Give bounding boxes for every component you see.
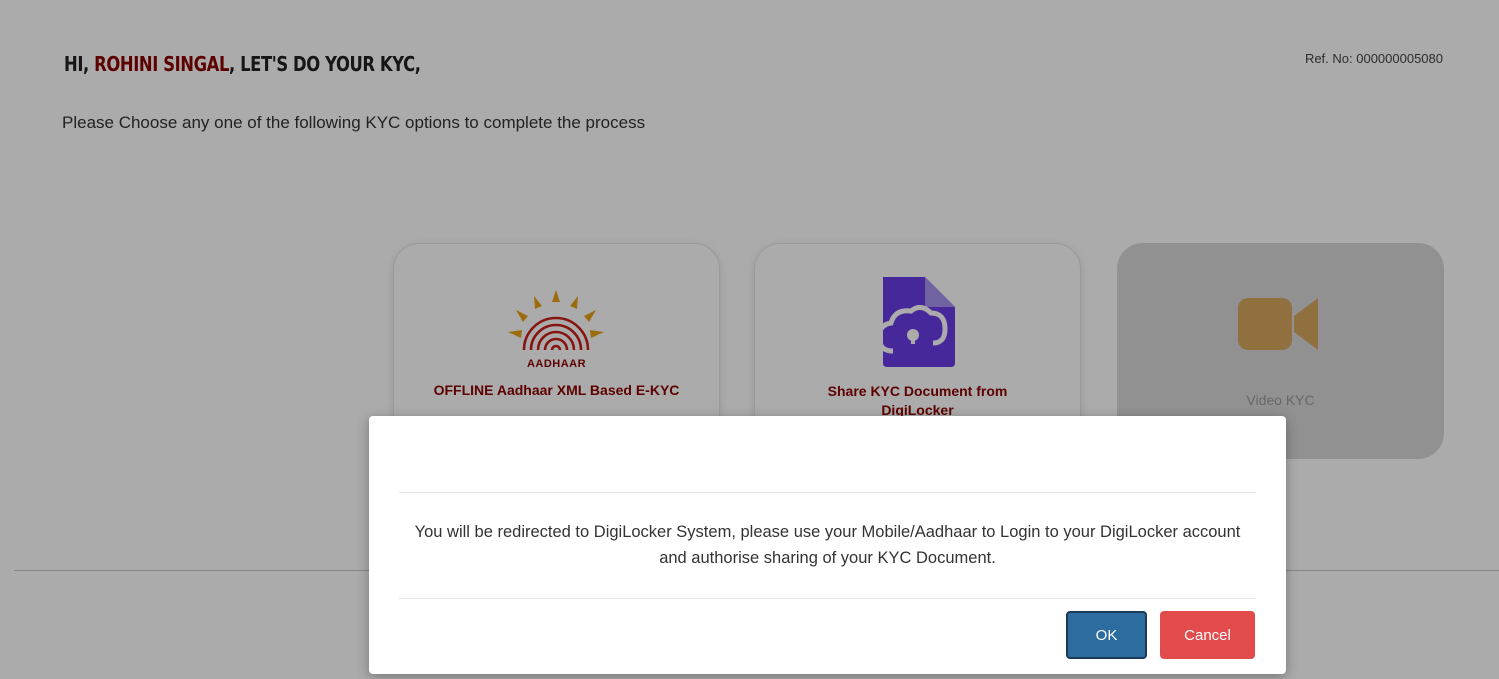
redirect-dialog: You will be redirected to DigiLocker Sys… [369, 416, 1286, 674]
dialog-message: You will be redirected to DigiLocker Sys… [414, 523, 1241, 567]
cancel-button[interactable]: Cancel [1160, 611, 1255, 659]
divider [399, 492, 1256, 493]
divider [399, 598, 1256, 599]
ok-button[interactable]: OK [1066, 611, 1147, 659]
